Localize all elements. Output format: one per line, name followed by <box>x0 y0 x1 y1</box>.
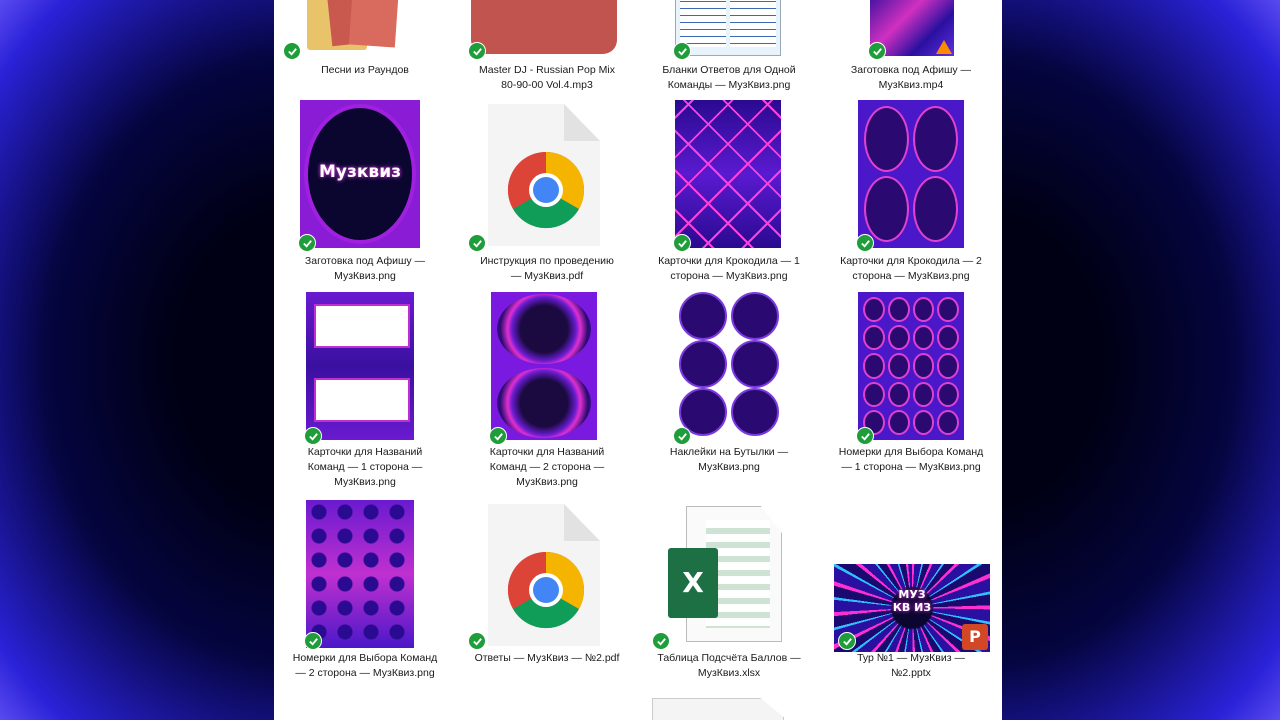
sync-check-icon <box>468 234 486 252</box>
file-tile[interactable]: Песни из Раундов <box>274 0 456 95</box>
file-name: Бланки Ответов для Одной Команды — МузКв… <box>662 64 796 91</box>
number-token <box>937 381 959 407</box>
sync-check-icon <box>673 42 691 60</box>
image-thumbnail <box>306 292 414 440</box>
number-token <box>887 325 910 351</box>
file-explorer-panel: Песни из Раундов Master DJ - Russian Pop… <box>274 0 1002 720</box>
file-name: Номерки для Выбора Команд — 2 сторона — … <box>292 652 438 679</box>
file-tile[interactable]: Карточки для Крокодила — 1 сторона — Муз… <box>638 96 820 286</box>
image-thumbnail <box>306 500 414 648</box>
number-token <box>887 297 910 323</box>
sticker-circles <box>679 292 779 436</box>
number-token <box>863 353 885 379</box>
file-name: Заготовка под Афишу — МузКвиз.png <box>304 255 426 282</box>
excel-icon: X <box>668 506 788 642</box>
file-tile[interactable]: Ответы — МузКвиз — №2.pdf <box>456 496 638 686</box>
number-token <box>912 381 935 407</box>
sync-check-icon <box>283 42 301 60</box>
number-token <box>887 381 910 407</box>
sync-check-icon <box>298 234 316 252</box>
file-name: Песни из Раундов <box>321 64 409 76</box>
chrome-logo-icon <box>507 551 585 629</box>
number-token <box>863 297 885 323</box>
number-token <box>887 409 910 435</box>
sync-check-icon <box>468 42 486 60</box>
image-thumbnail <box>491 292 597 440</box>
sync-check-icon <box>838 632 856 650</box>
folder-icon <box>307 0 407 52</box>
number-token <box>912 353 935 379</box>
number-token <box>937 409 959 435</box>
image-thumbnail <box>858 100 964 248</box>
file-name: Заготовка под Афишу — МузКвиз.mp4 <box>850 64 972 91</box>
file-tile[interactable]: Наклейки на Бутылки — МузКвиз.png <box>638 288 820 488</box>
file-name: Таблица Подсчёта Баллов — МузКвиз.xlsx <box>657 652 801 679</box>
sync-check-icon <box>304 427 322 445</box>
sync-check-icon <box>304 632 322 650</box>
file-name: Инструкция по проведению — МузКвиз.pdf <box>480 255 614 282</box>
file-tile[interactable]: Карточки для Названий Команд — 2 сторона… <box>456 288 638 488</box>
ppt-letter: P <box>969 627 981 646</box>
file-tile[interactable]: Инструкция по проведению — МузКвиз.pdf <box>456 96 638 286</box>
sync-check-icon <box>856 234 874 252</box>
sync-check-icon <box>489 427 507 445</box>
chrome-logo-icon <box>507 151 585 229</box>
number-token <box>937 325 959 351</box>
sync-check-icon <box>673 427 691 445</box>
background-right <box>1002 0 1280 720</box>
number-token <box>937 353 959 379</box>
file-name: Номерки для Выбора Команд — 1 сторона — … <box>838 446 984 473</box>
chrome-pdf-icon <box>488 504 600 646</box>
file-tile[interactable]: МУЗ КВ ИЗ P Тур №1 — МузКвиз — №2.pptx <box>820 496 1002 686</box>
number-token <box>912 325 935 351</box>
sync-check-icon <box>652 632 670 650</box>
file-name: Ответы — МузКвиз — №2.pdf <box>474 652 620 664</box>
card-item <box>864 176 909 242</box>
card-item <box>913 106 958 172</box>
image-thumbnail <box>675 100 781 248</box>
number-token <box>887 353 910 379</box>
sync-check-icon <box>856 427 874 445</box>
background-left <box>0 0 274 720</box>
image-thumbnail <box>675 292 783 440</box>
number-token <box>912 409 935 435</box>
file-name: Карточки для Крокодила — 2 сторона — Муз… <box>840 255 982 282</box>
chrome-pdf-icon <box>488 104 600 246</box>
partial-file-icon <box>652 698 784 720</box>
file-name: Master DJ - Russian Pop Mix 80-90-00 Vol… <box>479 64 615 91</box>
file-name: Карточки для Названий Команд — 1 сторона… <box>307 446 423 488</box>
file-tile[interactable]: Master DJ - Russian Pop Mix 80-90-00 Vol… <box>456 0 638 95</box>
number-token <box>937 297 959 323</box>
sync-check-icon <box>673 234 691 252</box>
file-name: Наклейки на Бутылки — МузКвиз.png <box>669 446 789 473</box>
card-item <box>864 106 909 172</box>
file-tile[interactable]: Заготовка под Афишу — МузКвиз.mp4 <box>820 0 1002 95</box>
excel-letter: X <box>682 566 704 599</box>
image-thumbnail: Музквиз <box>300 100 420 248</box>
file-tile[interactable]: Карточки для Крокодила — 2 сторона — Муз… <box>820 96 1002 286</box>
file-name: Карточки для Названий Команд — 2 сторона… <box>489 446 605 488</box>
file-tile[interactable]: Номерки для Выбора Команд — 2 сторона — … <box>274 496 456 686</box>
sync-check-icon <box>468 632 486 650</box>
logo-short: МУЗ КВ ИЗ <box>892 588 932 614</box>
vlc-cone-icon <box>936 40 952 54</box>
file-name: Карточки для Крокодила — 1 сторона — Муз… <box>658 255 800 282</box>
file-tile[interactable]: Номерки для Выбора Команд — 1 сторона — … <box>820 288 1002 488</box>
file-tile[interactable]: Музквиз Заготовка под Афишу — МузКвиз.pn… <box>274 96 456 286</box>
file-tile[interactable]: Бланки Ответов для Одной Команды — МузКв… <box>638 0 820 95</box>
file-name: Тур №1 — МузКвиз — №2.pptx <box>857 652 965 679</box>
number-token <box>912 297 935 323</box>
number-token <box>863 381 885 407</box>
file-tile[interactable]: X Таблица Подсчёта Баллов — МузКвиз.xlsx <box>638 496 820 686</box>
number-token <box>863 325 885 351</box>
mp3-file-icon <box>471 0 617 54</box>
image-thumbnail <box>675 0 781 56</box>
ppt-badge-icon: P <box>962 624 988 650</box>
logo-text: Музквиз <box>319 162 401 182</box>
card-item <box>913 176 958 242</box>
file-tile[interactable]: Карточки для Названий Команд — 1 сторона… <box>274 288 456 488</box>
image-thumbnail <box>858 292 964 440</box>
powerpoint-thumbnail: МУЗ КВ ИЗ P <box>834 564 990 652</box>
sync-check-icon <box>868 42 886 60</box>
